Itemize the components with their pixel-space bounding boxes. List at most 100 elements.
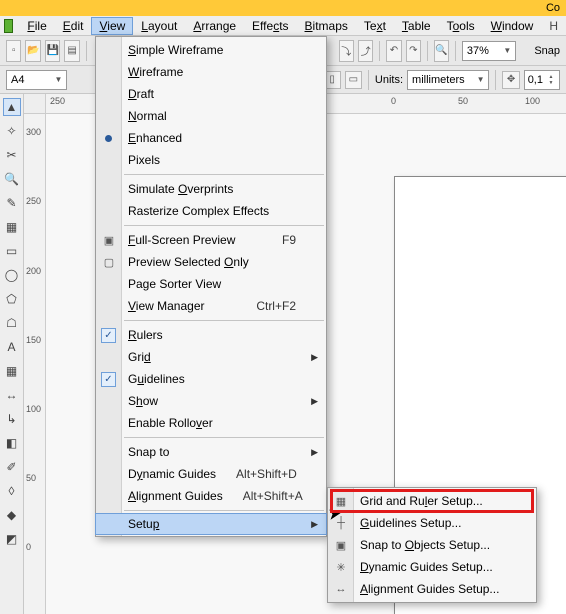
setup-dynamic-guides[interactable]: ✳Dynamic Guides Setup...: [328, 556, 536, 578]
basic-shapes-tool[interactable]: ☖: [3, 314, 21, 332]
view-alignment-guides[interactable]: Alignment GuidesAlt+Shift+A: [96, 485, 326, 507]
menu-separator: [124, 174, 324, 175]
units-label: Units:: [375, 74, 403, 86]
view-normal[interactable]: Normal: [96, 105, 326, 127]
submenu-arrow-icon: ▶: [311, 447, 318, 458]
menu-effects[interactable]: Effects: [244, 17, 296, 35]
fill-tool[interactable]: ◆: [3, 506, 21, 524]
open-button[interactable]: 📂: [25, 40, 40, 62]
setup-guidelines[interactable]: ┼Guidelines Setup...: [328, 512, 536, 534]
menu-separator: [124, 320, 324, 321]
ruler-tick: 300: [26, 127, 41, 137]
pick-tool[interactable]: ▲: [3, 98, 21, 116]
view-dynamic-guides[interactable]: Dynamic GuidesAlt+Shift+D: [96, 463, 326, 485]
view-show[interactable]: Show▶: [96, 390, 326, 412]
eyedropper-tool[interactable]: ✐: [3, 458, 21, 476]
ruler-tick: 100: [26, 404, 41, 414]
units-combo[interactable]: millimeters ▼: [407, 70, 489, 90]
menu-layout[interactable]: Layout: [133, 17, 185, 35]
setup-grid-ruler[interactable]: ▦Grid and Ruler Setup...: [328, 490, 536, 512]
menu-window[interactable]: Window: [483, 17, 542, 35]
menu-bar: File Edit View Layout Arrange Effects Bi…: [0, 16, 566, 36]
menu-bitmaps[interactable]: Bitmaps: [297, 17, 356, 35]
menu-arrange[interactable]: Arrange: [185, 17, 244, 35]
crop-tool[interactable]: ✂: [3, 146, 21, 164]
view-draft[interactable]: Draft: [96, 83, 326, 105]
menu-text[interactable]: Text: [356, 17, 394, 35]
view-enhanced[interactable]: Enhanced: [96, 127, 326, 149]
chevron-down-icon: ▼: [503, 46, 511, 55]
zoom-tool[interactable]: 🔍: [3, 170, 21, 188]
submenu-arrow-icon: ▶: [311, 396, 318, 407]
menu-tools[interactable]: Tools: [439, 17, 483, 35]
ruler-tick: 50: [458, 96, 468, 106]
import-button[interactable]: ⤵: [339, 40, 354, 62]
ruler-corner[interactable]: [24, 94, 46, 114]
polygon-tool[interactable]: ⬠: [3, 290, 21, 308]
view-preview-selected-only[interactable]: ▢Preview Selected Only: [96, 251, 326, 273]
view-rulers[interactable]: ✓Rulers: [96, 324, 326, 346]
chevron-down-icon: ▼: [477, 75, 485, 84]
menu-file[interactable]: File: [19, 17, 54, 35]
view-snap-to[interactable]: Snap to▶: [96, 441, 326, 463]
export-button[interactable]: ⤴: [358, 40, 373, 62]
view-enable-rollover[interactable]: Enable Rollover: [96, 412, 326, 434]
ellipse-tool[interactable]: ◯: [3, 266, 21, 284]
connector-tool[interactable]: ↳: [3, 410, 21, 428]
view-page-sorter[interactable]: Page Sorter View: [96, 273, 326, 295]
text-tool[interactable]: A: [3, 338, 21, 356]
rectangle-tool[interactable]: ▭: [3, 242, 21, 260]
dimension-tool[interactable]: ↔: [3, 386, 21, 404]
snap-label[interactable]: Snap: [534, 45, 560, 57]
app-title: Co: [546, 2, 560, 14]
toolbox: ▲ ✧ ✂ 🔍 ✎ ▦ ▭ ◯ ⬠ ☖ A ▦ ↔ ↳ ◧ ✐ ◊ ◆ ◩: [0, 94, 24, 614]
separator: [495, 70, 496, 90]
spinner-arrows-icon: ▲▼: [546, 72, 556, 88]
setup-snap-to-objects[interactable]: ▣Snap to Objects Setup...: [328, 534, 536, 556]
shape-tool[interactable]: ✧: [3, 122, 21, 140]
radio-dot-icon: [105, 135, 112, 142]
view-wireframe[interactable]: Wireframe: [96, 61, 326, 83]
freehand-tool[interactable]: ✎: [3, 194, 21, 212]
zoom-combo[interactable]: 37% ▼: [462, 41, 516, 61]
view-view-manager[interactable]: View ManagerCtrl+F2: [96, 295, 326, 317]
ruler-tick: 0: [26, 542, 31, 552]
ruler-tick: 250: [26, 196, 41, 206]
separator: [455, 41, 456, 61]
new-button[interactable]: ▫: [6, 40, 21, 62]
setup-alignment-guides[interactable]: ↔Alignment Guides Setup...: [328, 578, 536, 600]
nudge-value: 0,1: [528, 74, 543, 86]
save-button[interactable]: 💾: [45, 40, 60, 62]
vertical-ruler[interactable]: 300 250 200 150 100 50 0: [24, 114, 46, 614]
undo-button[interactable]: ↶: [386, 40, 401, 62]
view-full-screen-preview[interactable]: ▣Full-Screen PreviewF9: [96, 229, 326, 251]
ruler-tick: 250: [50, 96, 65, 106]
interactive-tool[interactable]: ◧: [3, 434, 21, 452]
view-simple-wireframe[interactable]: Simple Wireframe: [96, 39, 326, 61]
view-setup[interactable]: Setup▶: [95, 513, 327, 535]
page-size-combo[interactable]: A4 ▼: [6, 70, 67, 90]
table-tool[interactable]: ▦: [3, 362, 21, 380]
view-grid[interactable]: Grid▶: [96, 346, 326, 368]
snap-icon: ▣: [333, 537, 349, 553]
view-pixels[interactable]: Pixels: [96, 149, 326, 171]
separator: [379, 41, 380, 61]
view-guidelines[interactable]: ✓Guidelines: [96, 368, 326, 390]
view-rasterize-complex[interactable]: Rasterize Complex Effects: [96, 200, 326, 222]
menu-table[interactable]: Table: [394, 17, 439, 35]
redo-button[interactable]: ↷: [406, 40, 421, 62]
ruler-tick: 150: [26, 335, 41, 345]
menu-edit[interactable]: Edit: [55, 17, 92, 35]
interactive-fill-tool[interactable]: ◩: [3, 530, 21, 548]
search-button[interactable]: 🔍: [434, 40, 449, 62]
separator: [86, 41, 87, 61]
outline-tool[interactable]: ◊: [3, 482, 21, 500]
menu-view[interactable]: View: [91, 17, 133, 35]
menu-separator: [124, 225, 324, 226]
view-simulate-overprints[interactable]: Simulate Overprints: [96, 178, 326, 200]
menu-help[interactable]: H: [541, 17, 566, 35]
print-button[interactable]: ▤: [64, 40, 79, 62]
smart-fill-tool[interactable]: ▦: [3, 218, 21, 236]
landscape-button[interactable]: ▭: [345, 71, 362, 89]
nudge-spinner[interactable]: 0,1 ▲▼: [524, 70, 560, 90]
